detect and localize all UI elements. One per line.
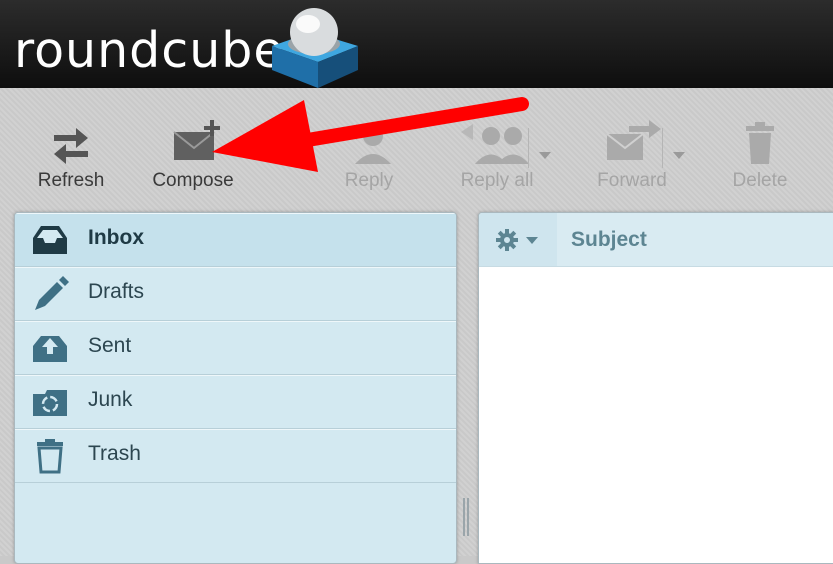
- folder-inbox-label: Inbox: [88, 226, 144, 249]
- delete-button[interactable]: Delete: [724, 118, 796, 192]
- folder-junk[interactable]: Junk: [15, 375, 456, 429]
- compose-label: Compose: [152, 170, 234, 191]
- logo-text: roundcube: [14, 22, 285, 79]
- reply-all-label: Reply all: [460, 170, 534, 191]
- folder-trash-label: Trash: [88, 442, 141, 465]
- message-list-header: Subject: [479, 213, 833, 267]
- forward-mail-icon: [606, 120, 661, 160]
- refresh-label: Refresh: [37, 170, 105, 191]
- reply-label: Reply: [344, 170, 394, 191]
- subject-column-header[interactable]: Subject: [571, 228, 647, 252]
- roundcube-logo-icon: [272, 8, 358, 88]
- compose-button[interactable]: Compose: [145, 118, 241, 192]
- folder-sent[interactable]: Sent: [15, 321, 456, 375]
- compose-mail-icon: [173, 120, 220, 160]
- folder-junk-label: Junk: [88, 388, 133, 411]
- delete-label: Delete: [732, 170, 788, 191]
- pane-splitter-handle[interactable]: [462, 498, 470, 536]
- refresh-button[interactable]: Refresh: [30, 118, 112, 192]
- reply-all-button[interactable]: Reply all: [450, 118, 544, 192]
- gear-icon: [496, 229, 538, 251]
- chevron-down-icon: [526, 237, 538, 244]
- forward-label: Forward: [597, 170, 667, 191]
- folder-inbox[interactable]: Inbox: [15, 213, 456, 267]
- reply-all-dropdown-icon[interactable]: [538, 150, 552, 160]
- message-list: Subject: [478, 212, 833, 564]
- folder-drafts-label: Drafts: [88, 280, 145, 303]
- inbox-icon: [33, 226, 67, 254]
- refresh-icon: [54, 128, 88, 164]
- folder-trash[interactable]: Trash: [15, 429, 456, 483]
- forward-dropdown-icon[interactable]: [672, 150, 686, 160]
- pencil-icon: [35, 276, 69, 310]
- trash-can-icon: [746, 122, 774, 164]
- trash-icon: [37, 439, 63, 474]
- folder-drafts[interactable]: Drafts: [15, 267, 456, 321]
- sent-icon: [33, 336, 67, 362]
- list-options-button[interactable]: [479, 213, 557, 266]
- folder-sent-label: Sent: [88, 334, 132, 357]
- reply-person-icon: [345, 124, 391, 164]
- folder-list: Inbox Drafts Sent Junk Trash: [14, 212, 457, 564]
- reply-all-separator: [528, 128, 529, 168]
- reply-all-people-icon: [461, 124, 529, 164]
- forward-separator: [662, 128, 663, 168]
- reply-button[interactable]: Reply: [333, 118, 405, 192]
- junk-icon: [33, 390, 67, 416]
- app-header: roundcube: [0, 0, 833, 88]
